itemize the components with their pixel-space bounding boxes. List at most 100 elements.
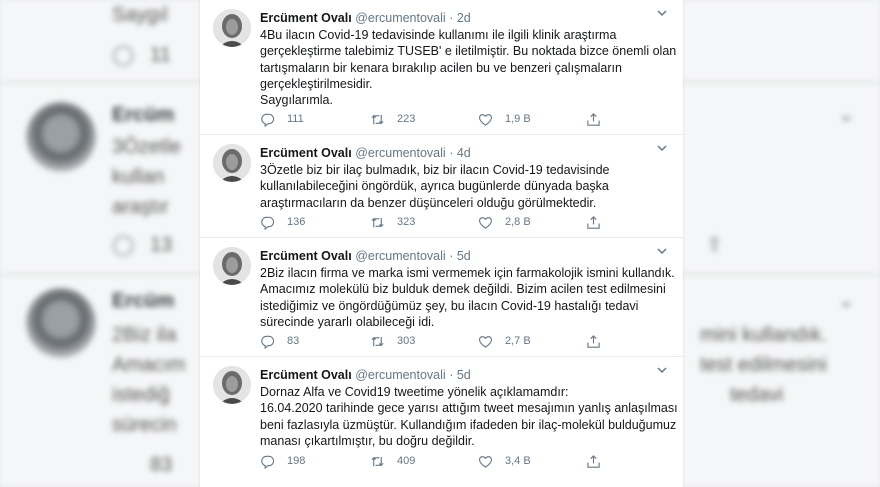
tweet[interactable]: Ercüment Ovalı @ercumentovali · 2d 4Bu i… [200,0,683,135]
share-button[interactable] [586,333,613,349]
tweet-text: Dornaz Alfa ve Covid19 tweetime yönelik … [260,384,678,449]
tweet[interactable]: Ercüment Ovalı @ercumentovali · 5d 2Biz … [200,238,683,357]
bg-text: istediğ [112,384,170,406]
like-button[interactable]: 3,4 B [478,453,531,469]
retweet-icon [371,336,384,346]
tweet-text: 4Bu ilacın Covid-19 tedavisinde kullanım… [260,27,677,108]
bg-count: 11 [150,44,171,66]
tweet-time[interactable]: 5d [457,249,471,263]
like-count: 1,9 B [505,113,531,125]
author-handle[interactable]: @ercumentovali [355,368,446,382]
like-button[interactable]: 2,8 B [478,214,531,230]
retweet-count: 303 [397,335,416,347]
tweet-text: 2Biz ilacın firma ve marka ismi vermemek… [260,265,675,330]
avatar[interactable] [213,9,251,47]
tweet-header: Ercüment Ovalı @ercumentovali · 2d [260,9,671,27]
reply-icon [261,455,275,469]
tweet-text-line: 3Özetle biz bir ilaç bulmadık, biz bir i… [260,163,610,177]
author-handle[interactable]: @ercumentovali [355,11,446,25]
tweet-text-line: gerçekleştirilmesidir. [260,76,373,91]
reply-icon [261,113,275,127]
tweet-text-line: tartışmaların bir kenara bırakılıp acile… [260,60,622,75]
reply-button[interactable]: 198 [260,453,305,469]
tweet[interactable]: Ercüment Ovalı @ercumentovali · 5d Dorna… [200,357,683,487]
reply-icon: ◯ [112,44,135,66]
avatar [26,102,96,172]
tweet-text-line: 4Bu ilacın Covid-19 tedavisinde kullanım… [260,28,617,42]
bg-text: 2Biz ila [112,324,177,346]
heart-icon [479,216,492,229]
author-name[interactable]: Ercüment Ovalı [260,11,352,25]
bg-text: mini kullandık. [700,324,827,346]
share-button[interactable] [586,453,613,469]
like-button[interactable]: 2,7 B [478,333,531,349]
like-count: 2,8 B [505,216,531,228]
avatar [26,288,96,358]
tweet-actions: 198 409 3,4 B [260,453,660,469]
author-name[interactable]: Ercüment Ovalı [260,368,352,382]
retweet-icon [371,456,384,466]
tweet-text-line: 16.04.2020 tarihinde gece yarısı attığım… [260,401,678,416]
tweet-time[interactable]: 2d [457,11,471,25]
author-name[interactable]: Ercüment Ovalı [260,146,352,160]
retweet-button[interactable]: 323 [370,214,415,230]
bg-name: Ercüm [112,104,175,126]
bg-text: sürecin [112,414,177,436]
reply-button[interactable]: 83 [260,333,299,349]
share-icon: ⇪ [706,234,723,256]
avatar[interactable] [213,144,251,182]
reply-count: 83 [287,335,300,347]
bg-count: 83 [150,454,173,476]
bg-text: kullan [112,166,165,188]
share-icon [587,454,600,468]
retweet-button[interactable]: 223 [370,111,415,127]
share-icon [587,334,600,348]
author-handle[interactable]: @ercumentovali [355,249,446,263]
share-icon [587,215,600,229]
reply-button[interactable]: 136 [260,214,305,230]
tweet-time[interactable]: 5d [457,368,471,382]
tweet-time[interactable]: 4d [457,146,471,160]
share-button[interactable] [586,111,613,127]
bg-text: test edilmesini [700,354,827,376]
separator: · [449,146,454,160]
separator: · [449,11,454,25]
avatar[interactable] [213,366,251,404]
tweet[interactable]: Ercüment Ovalı @ercumentovali · 4d 3Özet… [200,135,683,238]
retweet-count: 323 [397,216,416,228]
tweet-header: Ercüment Ovalı @ercumentovali · 5d [260,247,671,265]
tweet-text-line: Saygılarımla. [260,93,333,108]
tweet-text-line: 2Biz ilacın firma ve marka ismi vermemek… [260,266,675,280]
reply-button[interactable]: 111 [260,111,304,127]
chevron-down-icon[interactable] [655,363,669,377]
author-handle[interactable]: @ercumentovali [355,146,446,160]
retweet-button[interactable]: 303 [370,333,415,349]
tweet-text: 3Özetle biz bir ilaç bulmadık, biz bir i… [260,162,668,211]
reply-count: 198 [287,455,306,467]
chevron-down-icon[interactable] [655,6,669,20]
bg-text: Saygıl [112,4,168,26]
bg-text: 3Özetle [112,136,181,158]
chevron-down-icon: ⌄ [838,104,855,126]
tweet-text-line: Dornaz Alfa ve Covid19 tweetime yönelik … [260,385,569,399]
chevron-down-icon[interactable] [655,244,669,258]
share-button[interactable] [586,214,613,230]
retweet-button[interactable]: 409 [370,453,415,469]
reply-count: 111 [287,113,304,125]
bg-count: 13 [150,234,173,256]
tweet-actions: 111 223 1,9 B [260,111,660,127]
heart-icon [479,113,492,126]
reply-count: 136 [287,216,306,228]
reply-icon [261,216,275,230]
tweet-actions: 83 303 2,7 B [260,333,660,349]
bg-text: Amacım [112,354,186,376]
tweet-text-line: gerçekleştirme talebimiz TUSEB' e iletil… [260,44,677,59]
separator: · [449,368,454,382]
tweet-text-line: beni fazlasıyla üzmüştür. Kullandığım if… [260,417,677,432]
chevron-down-icon[interactable] [655,141,669,155]
avatar[interactable] [213,247,251,285]
author-name[interactable]: Ercüment Ovalı [260,249,352,263]
bg-name: Ercüm [112,290,175,312]
like-button[interactable]: 1,9 B [478,111,531,127]
tweet-header: Ercüment Ovalı @ercumentovali · 5d [260,366,671,384]
